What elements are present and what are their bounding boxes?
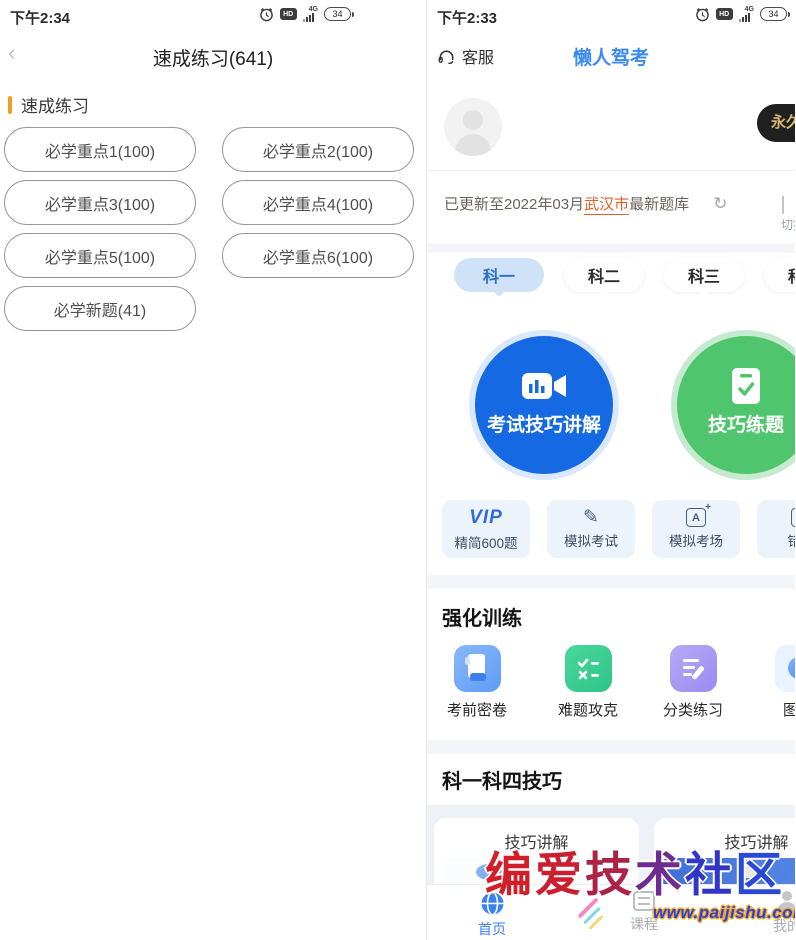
status-bar: 下午2:33 HD 4G 34 <box>427 0 795 30</box>
app-header: 客服 懒人驾考 <box>427 34 795 80</box>
section-separator <box>427 740 795 754</box>
exam-technique-video-button[interactable]: 考试技巧讲解 <box>469 330 619 480</box>
video-camera-icon <box>521 368 567 404</box>
tech-cards-area: 技巧讲解 技巧讲解 <box>427 805 795 887</box>
technique-practice-label: 技巧练题 <box>708 410 784 437</box>
title-bar: ‹ 速成练习(641) <box>0 32 426 78</box>
tab-subject3[interactable]: 科三 <box>664 258 744 292</box>
alarm-icon <box>695 7 710 22</box>
refresh-icon[interactable]: ↻ <box>713 194 727 213</box>
status-bar: 下午2:34 HD 4G 34 <box>0 0 426 30</box>
update-suffix: 最新题库 <box>629 196 689 213</box>
switch-city-button[interactable]: 切换 <box>781 196 795 233</box>
strengthen-section-title: 强化训练 <box>442 602 522 631</box>
mock-exam-room-card[interactable]: A 模拟考场 <box>652 500 740 558</box>
practice-screen: 下午2:34 HD 4G 34 ‹ 速成练习(641) 速成练习 <box>0 0 427 940</box>
update-prefix: 已更新至2022年03月 <box>444 196 584 213</box>
tab-subject1[interactable]: 科一 <box>454 258 544 292</box>
battery-icon: 34 <box>760 7 787 21</box>
check-cross-list-icon <box>565 645 612 692</box>
vip-badge[interactable]: 永久 <box>757 104 795 142</box>
battery-icon: 34 <box>324 7 351 21</box>
app-title: 懒人驾考 <box>573 43 649 70</box>
question-bank-update: 已更新至2022年03月武汉市最新题库 ↻ <box>444 193 728 214</box>
hd-icon: HD <box>280 8 297 20</box>
hd-icon: HD <box>716 8 733 20</box>
exam-technique-label: 考试技巧讲解 <box>487 410 601 437</box>
signal-icon: 4G <box>303 6 318 22</box>
section-header: 速成练习 <box>8 92 89 117</box>
practice-button-5[interactable]: 必学重点5(100) <box>4 233 196 278</box>
mock-exam-card[interactable]: ✎ 模拟考试 <box>547 500 635 558</box>
practice-button-3[interactable]: 必学重点3(100) <box>4 180 196 225</box>
nav-courses[interactable]: 课程 <box>614 891 674 934</box>
pencil-icon: ✎ <box>583 508 599 527</box>
tab-subject2[interactable]: 科二 <box>564 258 644 292</box>
customer-service-button[interactable]: 客服 <box>437 44 494 68</box>
divider <box>427 170 795 171</box>
vip-label: VIP <box>469 507 503 529</box>
practice-button-grid: 必学重点1(100) 必学重点2(100) 必学重点3(100) 必学重点4(1… <box>4 127 414 331</box>
hard-questions-item[interactable]: 难题攻克 <box>546 645 630 720</box>
section-separator <box>427 243 795 253</box>
clock-time: 下午2:34 <box>10 7 70 28</box>
nav-home[interactable]: 首页 <box>462 891 522 939</box>
page-title: 速成练习(641) <box>0 44 426 71</box>
tab-subject4[interactable]: 科四 <box>764 258 795 292</box>
nav-profile[interactable]: 我的 <box>757 891 795 936</box>
city-link[interactable]: 武汉市 <box>584 196 629 215</box>
practice-button-6[interactable]: 必学重点6(100) <box>222 233 414 278</box>
technique-practice-button[interactable]: 技巧练题 <box>671 330 795 480</box>
orange-accent-bar <box>8 96 12 114</box>
practice-button-4[interactable]: 必学重点4(100) <box>222 180 414 225</box>
bottom-navigation: 首页 课程 我的 <box>427 885 795 940</box>
checklist-icon <box>731 368 761 404</box>
avatar[interactable] <box>444 98 502 156</box>
tech-section-title: 科一科四技巧 <box>442 765 562 794</box>
courses-icon <box>633 891 655 911</box>
pre-exam-papers-item[interactable]: 考前密卷 <box>435 645 519 720</box>
status-icons: HD 4G 34 <box>695 6 787 22</box>
scroll-icon <box>454 645 501 692</box>
wrong-questions-card[interactable]: 错题 <box>757 500 795 558</box>
sign-memory-item[interactable]: 图标 <box>756 645 795 720</box>
exam-room-icon: A <box>686 508 706 527</box>
person-icon <box>776 891 795 913</box>
wrong-book-icon <box>791 508 795 527</box>
section-title: 速成练习 <box>21 92 89 117</box>
alarm-icon <box>259 7 274 22</box>
clock-time: 下午2:33 <box>437 7 497 28</box>
practice-button-2[interactable]: 必学重点2(100) <box>222 127 414 172</box>
practice-button-new[interactable]: 必学新题(41) <box>4 286 196 331</box>
category-practice-item[interactable]: 分类练习 <box>651 645 735 720</box>
practice-button-1[interactable]: 必学重点1(100) <box>4 127 196 172</box>
page: 下午2:34 HD 4G 34 ‹ 速成练习(641) 速成练习 <box>0 0 796 940</box>
vip-600-questions-card[interactable]: VIP 精简600题 <box>442 500 530 558</box>
switch-city-label: 切换 <box>781 216 795 233</box>
section-separator <box>427 575 795 589</box>
switch-city-icon <box>782 196 784 214</box>
status-icons: HD 4G 34 <box>259 6 351 22</box>
headset-icon <box>437 47 456 66</box>
customer-service-label: 客服 <box>462 44 494 68</box>
traffic-sign-icon <box>775 645 796 692</box>
home-screen: 下午2:33 HD 4G 34 <box>427 0 795 940</box>
note-pencil-icon <box>670 645 717 692</box>
signal-icon: 4G <box>739 6 754 22</box>
globe-icon <box>480 891 505 916</box>
